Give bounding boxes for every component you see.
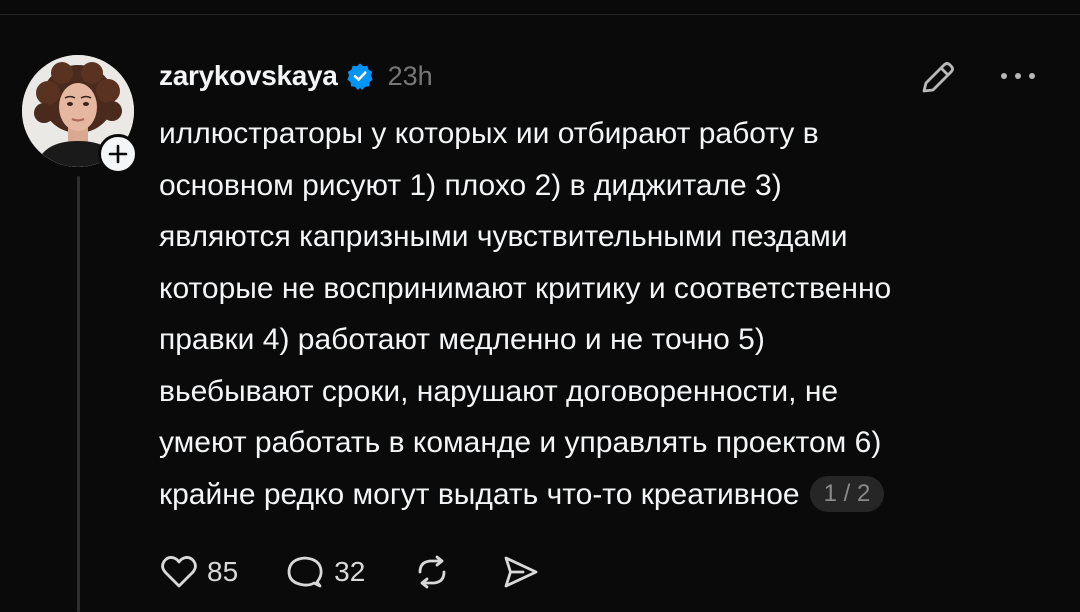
more-dots-icon[interactable] — [996, 62, 1040, 90]
heart-icon — [161, 556, 197, 588]
timestamp: 23h — [387, 60, 433, 91]
action-bar: 85 32 — [159, 547, 587, 597]
username[interactable]: zarykovskaya — [159, 60, 338, 92]
post-text-line: которые не воспринимают критику и соотве… — [159, 271, 892, 305]
follow-button[interactable] — [98, 134, 138, 174]
reply-button[interactable]: 32 — [284, 551, 365, 593]
like-button[interactable]: 85 — [159, 552, 238, 592]
top-divider — [0, 14, 1080, 15]
comment-bubble-icon — [287, 556, 323, 588]
share-button[interactable] — [499, 551, 541, 593]
post-text-line: правки 4) работают медленно и не точно 5… — [159, 323, 765, 356]
post-text-line: основном рисуют 1) плохо 2) в диджитале … — [159, 168, 782, 202]
post-text-line-last: крайне редко могут выдать что-то креатив… — [159, 469, 1059, 521]
post-text-line: являются капризными чувствительными пезд… — [159, 220, 848, 253]
post-text-line: вьебывают сроки, нарушают договоренности… — [159, 374, 839, 408]
send-icon — [504, 556, 538, 588]
verified-badge-icon — [346, 63, 373, 90]
like-count: 85 — [207, 556, 239, 587]
post-text-line: крайне редко могут выдать что-то креатив… — [159, 477, 800, 511]
repost-button[interactable] — [411, 551, 453, 593]
page-indicator[interactable]: 1 / 2 — [809, 475, 885, 512]
pencil-icon[interactable] — [916, 55, 960, 99]
post-text-line: умеют работать в команде и управлять про… — [159, 426, 882, 459]
post-text: иллюстраторы у которых ии отбирают работ… — [159, 108, 1059, 520]
reply-count: 32 — [334, 556, 366, 587]
plus-icon — [108, 144, 128, 164]
repost-icon — [418, 555, 446, 589]
post-text-line: иллюстраторы у которых ии отбирают работ… — [159, 117, 819, 150]
thread-line — [77, 176, 80, 612]
post-header: zarykovskaya 23h — [159, 54, 433, 98]
